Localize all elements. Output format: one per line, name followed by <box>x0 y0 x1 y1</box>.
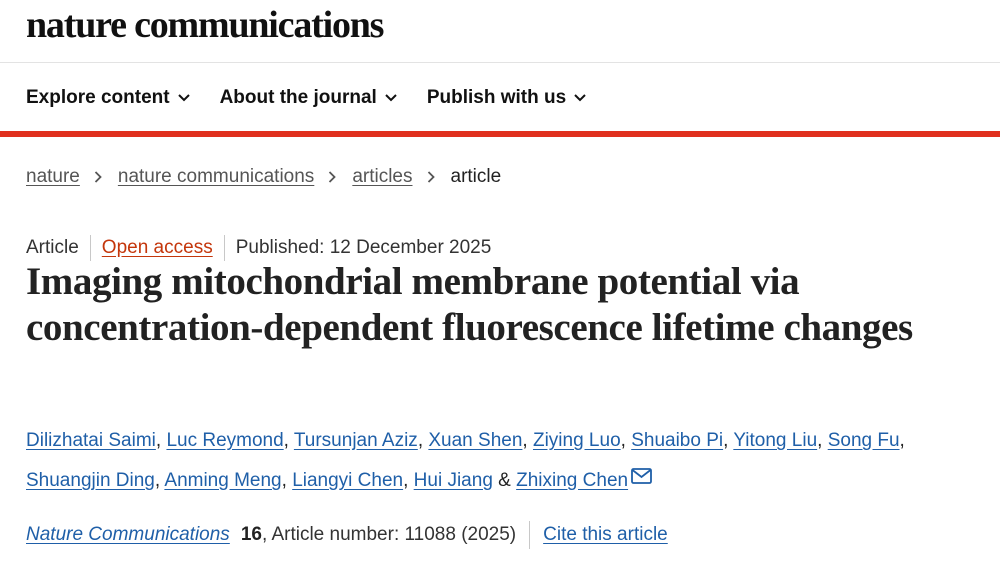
article-number: , Article number: 11088 (2025) <box>261 524 517 545</box>
author-link[interactable]: Xuan Shen <box>428 430 522 451</box>
chevron-down-icon <box>177 92 190 104</box>
article-type: Article <box>26 237 79 258</box>
breadcrumb: nature nature communications articles ar… <box>26 164 501 190</box>
journal-link[interactable]: Nature Communications <box>26 524 230 546</box>
author-link[interactable]: Shuaibo Pi <box>631 430 723 451</box>
mail-icon[interactable] <box>631 468 652 484</box>
citation-row: Nature Communications 16 , Article numbe… <box>26 520 668 550</box>
author-link-corresponding[interactable]: Zhixing Chen <box>516 470 628 491</box>
accent-bar <box>0 131 1000 137</box>
nav-about-the-journal[interactable]: About the journal <box>220 87 397 109</box>
nav-label: Publish with us <box>426 87 567 108</box>
volume-number: 16 <box>240 524 262 545</box>
breadcrumb-link-articles[interactable]: articles <box>352 166 412 188</box>
cite-this-article-link[interactable]: Cite this article <box>543 524 668 546</box>
author-link[interactable]: Liangyi Chen <box>292 470 403 491</box>
author-link[interactable]: Yitong Liu <box>733 430 817 451</box>
chevron-right-icon <box>427 171 437 183</box>
breadcrumb-current: article <box>450 166 502 187</box>
author-list: Dilizhatai Saimi, Luc Reymond, Tursunjan… <box>26 430 905 491</box>
chevron-down-icon <box>574 92 586 104</box>
article-title: Imaging mitochondrial membrane potential… <box>26 260 913 349</box>
author-link[interactable]: Shuangjin Ding <box>26 470 155 491</box>
article-meta: Article Open access Published: 12 Decemb… <box>26 234 491 262</box>
chevron-right-icon <box>328 171 338 183</box>
header-divider <box>0 62 1000 63</box>
author-link[interactable]: Dilizhatai Saimi <box>26 430 156 451</box>
author-link[interactable]: Luc Reymond <box>166 430 283 451</box>
nav-publish-with-us[interactable]: Publish with us <box>427 87 586 109</box>
author-link[interactable]: Hui Jiang <box>414 470 493 491</box>
author-link[interactable]: Tursunjan Aziz <box>294 430 418 451</box>
chevron-right-icon <box>94 171 104 183</box>
nav-label: About the journal <box>219 87 377 108</box>
author-link[interactable]: Song Fu <box>828 430 900 451</box>
breadcrumb-link-nature-communications[interactable]: nature communications <box>118 166 314 188</box>
journal-logo[interactable]: nature communications <box>26 2 384 48</box>
meta-divider <box>223 235 225 261</box>
breadcrumb-link-nature[interactable]: nature <box>26 166 80 188</box>
main-nav: Explore content About the journal Publis… <box>26 84 616 112</box>
open-access-link[interactable]: Open access <box>102 237 213 259</box>
published-date: Published: 12 December 2025 <box>235 237 492 258</box>
author-link[interactable]: Ziying Luo <box>533 430 621 451</box>
citation-divider <box>529 521 531 549</box>
nav-label: Explore content <box>26 87 170 108</box>
meta-divider <box>89 235 91 261</box>
chevron-down-icon <box>385 92 397 104</box>
author-link[interactable]: Anming Meng <box>164 470 281 491</box>
nav-explore-content[interactable]: Explore content <box>26 87 190 109</box>
